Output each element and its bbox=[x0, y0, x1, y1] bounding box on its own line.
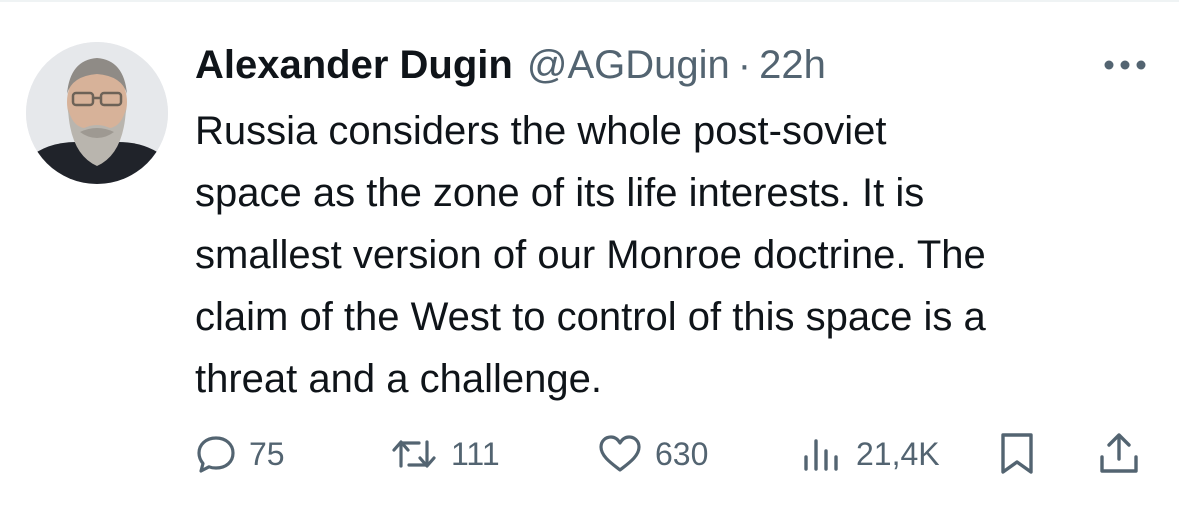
more-button[interactable] bbox=[1098, 50, 1152, 80]
display-name[interactable]: Alexander Dugin bbox=[195, 40, 513, 90]
timestamp[interactable]: 22h bbox=[759, 40, 826, 90]
views-count: 21,4K bbox=[856, 435, 940, 472]
share-button[interactable] bbox=[1097, 428, 1141, 480]
reply-icon bbox=[197, 436, 235, 473]
like-count: 630 bbox=[655, 435, 709, 472]
user-handle[interactable]: @AGDugin bbox=[527, 40, 730, 90]
bookmark-button[interactable] bbox=[997, 428, 1037, 480]
reply-button[interactable]: 75 bbox=[195, 428, 285, 480]
views-icon bbox=[804, 439, 838, 471]
action-bar: 75 111 630 21,4K bbox=[195, 428, 1145, 480]
like-button[interactable]: 630 bbox=[597, 428, 708, 480]
views-button[interactable]: 21,4K bbox=[800, 428, 940, 480]
retweet-count: 111 bbox=[451, 435, 500, 472]
share-icon bbox=[1100, 433, 1138, 473]
retweet-button[interactable]: 111 bbox=[389, 428, 500, 480]
separator-dot: · bbox=[737, 43, 752, 87]
top-divider bbox=[0, 0, 1179, 2]
retweet-icon bbox=[392, 440, 436, 468]
reply-count: 75 bbox=[249, 435, 285, 472]
avatar[interactable] bbox=[26, 42, 168, 184]
bookmark-icon bbox=[1001, 433, 1033, 474]
more-icon bbox=[1104, 60, 1146, 70]
tweet-header: Alexander Dugin @AGDugin · 22h bbox=[195, 40, 826, 90]
heart-icon bbox=[599, 435, 641, 472]
tweet-text: Russia considers the whole post-soviet s… bbox=[195, 109, 986, 401]
